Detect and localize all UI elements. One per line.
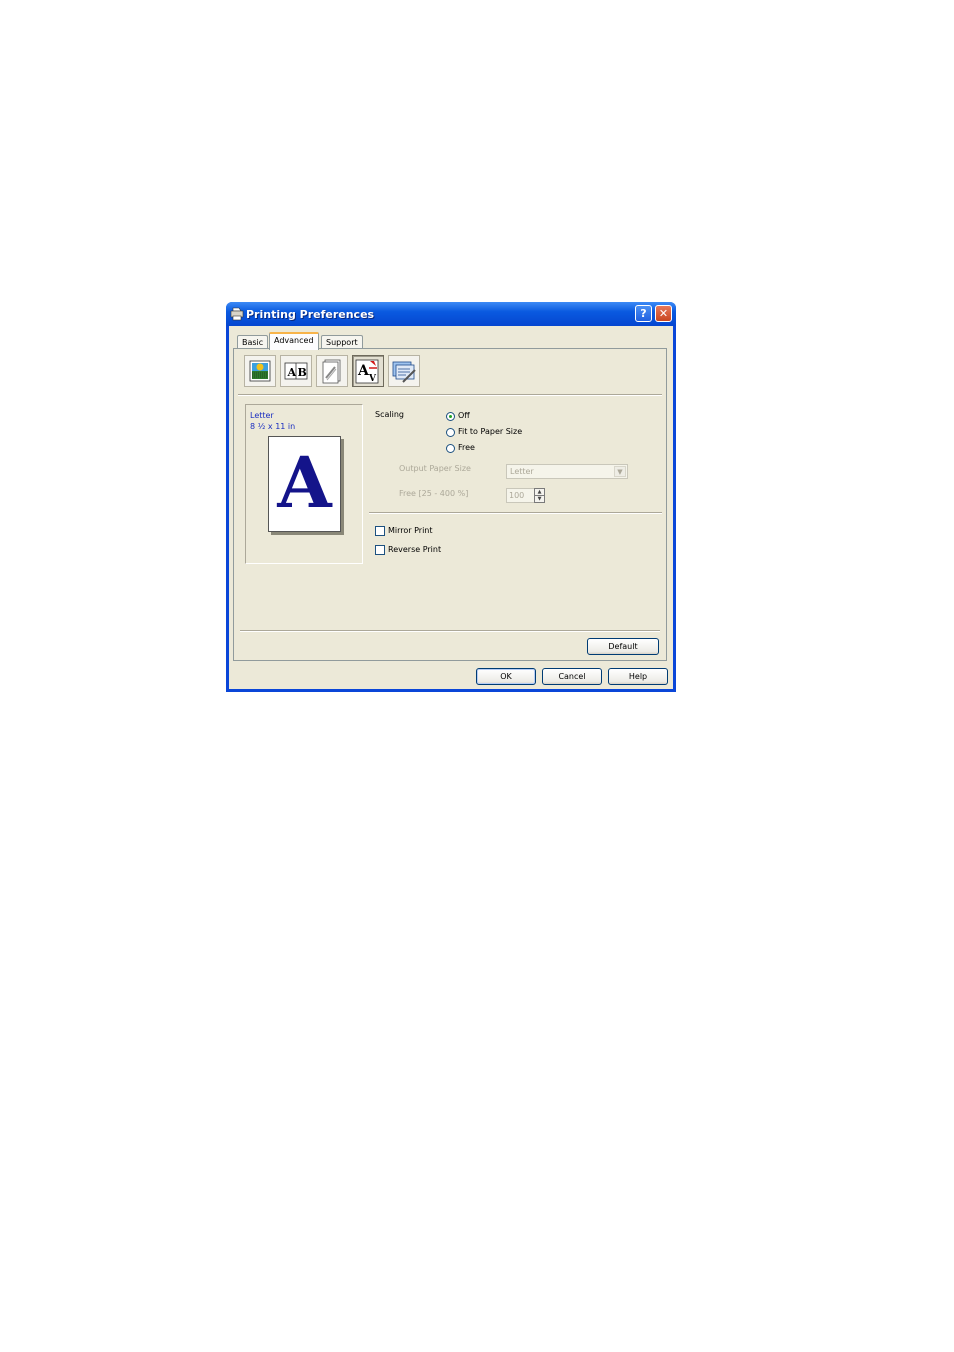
svg-text:B: B: [298, 366, 307, 379]
printer-icon: [230, 307, 244, 321]
tab-support[interactable]: Support: [321, 335, 363, 349]
bottom-separator: [240, 630, 660, 632]
mirror-print-checkbox[interactable]: [375, 526, 385, 536]
watermark-button[interactable]: [316, 355, 348, 387]
color-quality-icon: [249, 360, 271, 382]
ab-options-button[interactable]: A B: [280, 355, 312, 387]
scaling-separator: [369, 512, 662, 514]
svg-text:V: V: [368, 374, 377, 384]
scaling-off-label[interactable]: Off: [458, 411, 470, 420]
preview-paper-size: 8 ½ x 11 in: [250, 422, 296, 431]
color-quality-button[interactable]: [244, 355, 276, 387]
preview-sample-letter: A: [277, 441, 332, 524]
preview-page: A: [268, 436, 341, 532]
scaling-button[interactable]: A V: [352, 355, 384, 387]
device-options-icon: [392, 361, 416, 383]
tab-advanced[interactable]: Advanced: [269, 332, 319, 350]
ab-options-icon: A B: [284, 362, 308, 380]
preview-paper-name: Letter: [250, 411, 274, 420]
dialog-client-area: Basic Advanced Support A B A V Letter 8 …: [229, 326, 673, 689]
toolbar-separator: [238, 394, 662, 396]
spin-up-icon[interactable]: ▲: [535, 489, 544, 496]
dialog-title: Printing Preferences: [246, 308, 375, 321]
cancel-button[interactable]: Cancel: [542, 668, 602, 685]
scaling-label: Scaling: [375, 410, 404, 419]
scaling-free-label[interactable]: Free: [458, 443, 475, 452]
device-options-button[interactable]: [388, 355, 420, 387]
spin-down-icon[interactable]: ▼: [535, 496, 544, 502]
advanced-tab-panel: A B A V Letter 8 ½ x 11 in A Scaling Off…: [233, 348, 667, 661]
title-bar[interactable]: Printing Preferences ? ✕: [226, 302, 676, 326]
title-close-button[interactable]: ✕: [655, 305, 672, 322]
free-scale-input[interactable]: 100: [506, 488, 537, 503]
output-paper-size-label: Output Paper Size: [399, 464, 471, 473]
free-scale-value: 100: [509, 491, 525, 500]
scaling-fit-radio[interactable]: [446, 428, 455, 437]
output-paper-size-select[interactable]: Letter ▼: [506, 464, 628, 479]
printing-preferences-dialog: Printing Preferences ? ✕ Basic Advanced …: [226, 302, 676, 692]
free-scale-spinner[interactable]: ▲ ▼: [534, 488, 545, 503]
default-button[interactable]: Default: [587, 638, 659, 655]
paper-preview: Letter 8 ½ x 11 in A: [245, 404, 363, 564]
scaling-page-icon: A V: [355, 359, 379, 384]
tab-basic[interactable]: Basic: [237, 335, 269, 349]
mirror-print-label[interactable]: Mirror Print: [388, 526, 433, 535]
help-button[interactable]: Help: [608, 668, 668, 685]
svg-text:A: A: [287, 366, 297, 379]
scaling-free-radio[interactable]: [446, 444, 455, 453]
scaling-fit-label[interactable]: Fit to Paper Size: [458, 427, 522, 436]
title-help-button[interactable]: ?: [635, 305, 652, 322]
watermark-copy-icon: [322, 359, 341, 384]
chevron-down-icon[interactable]: ▼: [614, 466, 626, 477]
free-range-label: Free [25 - 400 %]: [399, 489, 469, 498]
ok-button[interactable]: OK: [476, 668, 536, 685]
output-paper-size-value: Letter: [510, 467, 534, 476]
reverse-print-label[interactable]: Reverse Print: [388, 545, 441, 554]
reverse-print-checkbox[interactable]: [375, 545, 385, 555]
scaling-off-radio[interactable]: [446, 412, 455, 421]
